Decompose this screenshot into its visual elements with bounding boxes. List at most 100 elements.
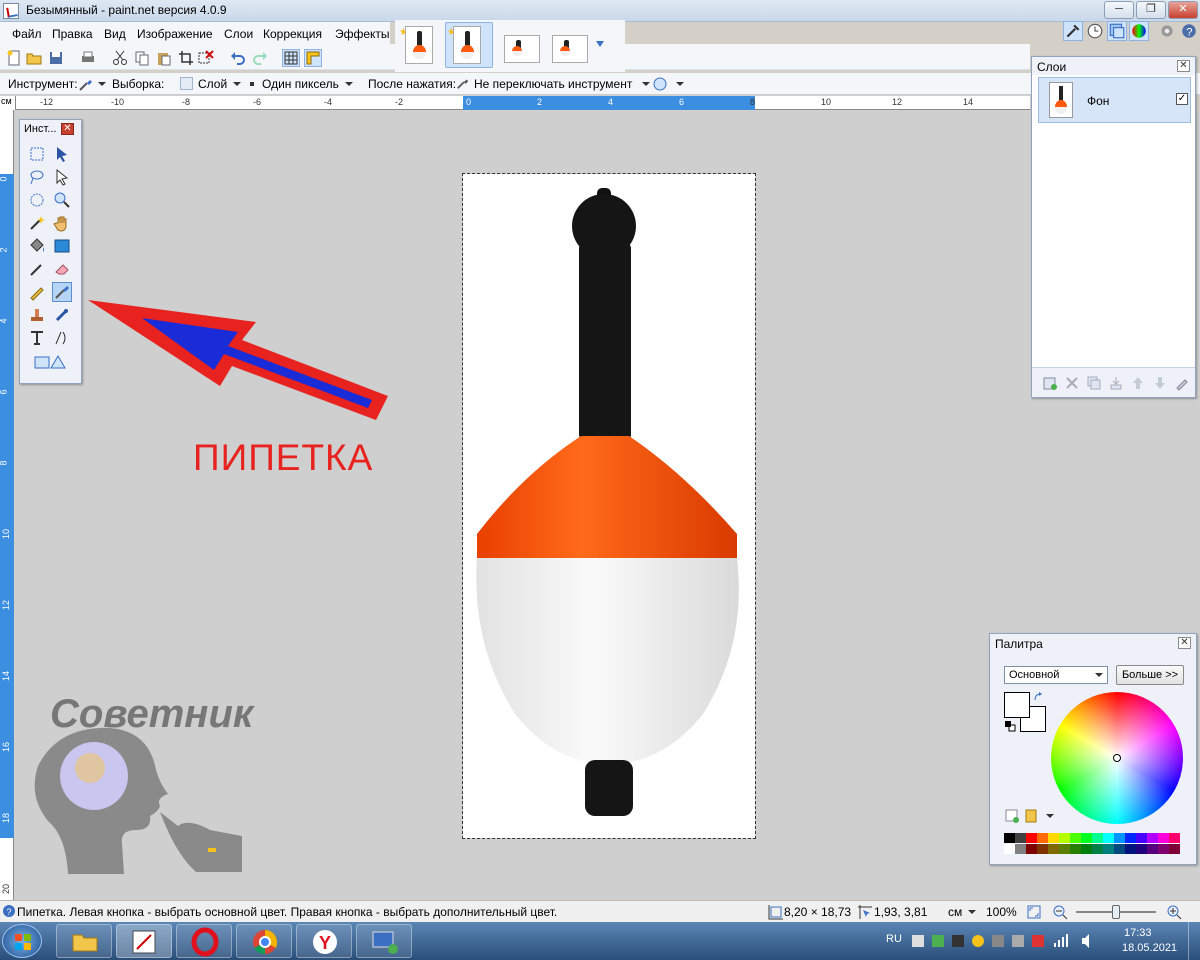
- palette-swatch[interactable]: [1037, 833, 1048, 843]
- zoom-in-icon[interactable]: [1166, 904, 1182, 920]
- palette-swatch[interactable]: [1136, 833, 1147, 843]
- close-button[interactable]: ✕: [1168, 1, 1198, 19]
- minimize-button[interactable]: ─: [1104, 1, 1134, 19]
- maximize-button[interactable]: ❐: [1136, 1, 1166, 19]
- clock-time[interactable]: 17:33: [1124, 927, 1152, 939]
- palette-swatch[interactable]: [1015, 833, 1026, 843]
- paintbrush-tool[interactable]: [27, 259, 47, 279]
- units-select[interactable]: см: [948, 905, 977, 919]
- more-button[interactable]: Больше >>: [1116, 665, 1184, 685]
- menu-edit[interactable]: Правка: [52, 27, 93, 41]
- palette-swatch[interactable]: [1169, 844, 1180, 854]
- undo-icon[interactable]: [230, 50, 246, 66]
- menu-view[interactable]: Вид: [104, 27, 126, 41]
- save-icon[interactable]: [48, 50, 64, 66]
- palette-swatch[interactable]: [1125, 833, 1136, 843]
- start-button[interactable]: [2, 924, 42, 958]
- move-layer-down-icon[interactable]: [1152, 375, 1168, 391]
- menu-image[interactable]: Изображение: [137, 27, 213, 41]
- print-icon[interactable]: [80, 50, 96, 66]
- document-thumb[interactable]: ★: [397, 22, 439, 68]
- zoom-to-window-icon[interactable]: [1026, 904, 1042, 920]
- layer-row-background[interactable]: Фон ✓: [1038, 77, 1191, 123]
- tool-dropdown-icon[interactable]: [98, 82, 106, 86]
- palette-swatch[interactable]: [1059, 844, 1070, 854]
- ruler-toggle-icon[interactable]: [304, 49, 322, 67]
- palette-swatch[interactable]: [1070, 833, 1081, 843]
- palette-swatch[interactable]: [1136, 844, 1147, 854]
- taskbar-opera[interactable]: [176, 924, 232, 958]
- shapes-tool[interactable]: [32, 352, 68, 372]
- lasso-select-tool[interactable]: [27, 167, 47, 187]
- layer-properties-icon[interactable]: [1174, 375, 1190, 391]
- zoom-out-icon[interactable]: [1052, 904, 1068, 920]
- merge-layer-down-icon[interactable]: [1108, 375, 1124, 391]
- paintnet-app-icon[interactable]: [3, 3, 19, 19]
- reset-colors-icon[interactable]: [1004, 720, 1016, 732]
- cut-icon[interactable]: [112, 50, 128, 66]
- taskbar-yandex[interactable]: Y: [296, 924, 352, 958]
- palette-swatch[interactable]: [1059, 833, 1070, 843]
- system-tray-icons[interactable]: [912, 933, 1092, 949]
- palette-swatch[interactable]: [1114, 833, 1125, 843]
- sampling-layer-select[interactable]: Слой: [198, 77, 242, 91]
- palette-swatch[interactable]: [1092, 833, 1103, 843]
- tabs-dropdown-icon[interactable]: [595, 40, 605, 48]
- move-selected-tool[interactable]: [52, 144, 72, 164]
- palette-swatch[interactable]: [1004, 844, 1015, 854]
- pan-hand-tool[interactable]: [52, 213, 72, 233]
- image-canvas[interactable]: [462, 173, 756, 839]
- palette-swatch[interactable]: [1092, 844, 1103, 854]
- tools-window-icon[interactable]: [1063, 21, 1083, 41]
- open-file-icon[interactable]: [26, 50, 42, 66]
- magic-wand-tool[interactable]: [27, 213, 47, 233]
- color-wheel-cursor[interactable]: [1113, 754, 1121, 762]
- redo-icon[interactable]: [252, 50, 268, 66]
- new-file-icon[interactable]: [6, 50, 22, 66]
- swap-colors-icon[interactable]: [1033, 692, 1043, 702]
- chevron-down-icon[interactable]: [1046, 814, 1054, 818]
- paint-bucket-tool[interactable]: [27, 236, 47, 256]
- palette-swatch[interactable]: [1147, 844, 1158, 854]
- palette-swatch[interactable]: [1070, 844, 1081, 854]
- palette-window-close-icon[interactable]: ✕: [1178, 637, 1191, 649]
- menu-file[interactable]: Файл: [12, 27, 42, 41]
- document-thumb[interactable]: [547, 22, 591, 68]
- palette-swatch[interactable]: [1004, 833, 1015, 843]
- add-layer-icon[interactable]: [1042, 375, 1058, 391]
- rectangle-select-tool[interactable]: [27, 144, 47, 164]
- palette-swatch[interactable]: [1081, 844, 1092, 854]
- sampling-image-icon[interactable]: [652, 76, 668, 92]
- palette-menu-icon[interactable]: [1024, 808, 1040, 824]
- palette-swatch[interactable]: [1103, 844, 1114, 854]
- palette-swatch[interactable]: [1048, 833, 1059, 843]
- taskbar-paintnet[interactable]: [116, 924, 172, 958]
- palette-swatch[interactable]: [1037, 844, 1048, 854]
- colors-window-icon[interactable]: [1129, 21, 1149, 41]
- tools-window-close-icon[interactable]: ✕: [61, 123, 74, 135]
- zoom-value[interactable]: 100%: [986, 905, 1017, 919]
- pencil-tool[interactable]: [27, 282, 47, 302]
- history-window-icon[interactable]: [1086, 22, 1104, 40]
- palette-swatch[interactable]: [1048, 844, 1059, 854]
- text-tool[interactable]: [27, 328, 47, 348]
- palette-swatch[interactable]: [1147, 833, 1158, 843]
- palette-swatch[interactable]: [1103, 833, 1114, 843]
- color-picker-tool-icon[interactable]: [78, 76, 94, 92]
- language-indicator[interactable]: RU: [886, 933, 902, 945]
- after-click-select[interactable]: Не переключать инструмент: [474, 77, 651, 91]
- show-desktop-button[interactable]: [1188, 922, 1200, 960]
- chevron-down-icon[interactable]: [676, 82, 684, 86]
- palette-swatch[interactable]: [1114, 844, 1125, 854]
- settings-gear-icon[interactable]: [1158, 22, 1176, 40]
- crop-icon[interactable]: [178, 50, 194, 66]
- document-thumb[interactable]: [499, 22, 543, 68]
- zoom-slider-handle[interactable]: [1112, 905, 1120, 919]
- help-icon[interactable]: ?: [1180, 22, 1198, 40]
- ellipse-select-tool[interactable]: [27, 190, 47, 210]
- deselect-icon[interactable]: [198, 50, 214, 66]
- move-layer-up-icon[interactable]: [1130, 375, 1146, 391]
- palette-swatch[interactable]: [1026, 844, 1037, 854]
- move-selection-tool[interactable]: [52, 167, 72, 187]
- taskbar-chrome[interactable]: [236, 924, 292, 958]
